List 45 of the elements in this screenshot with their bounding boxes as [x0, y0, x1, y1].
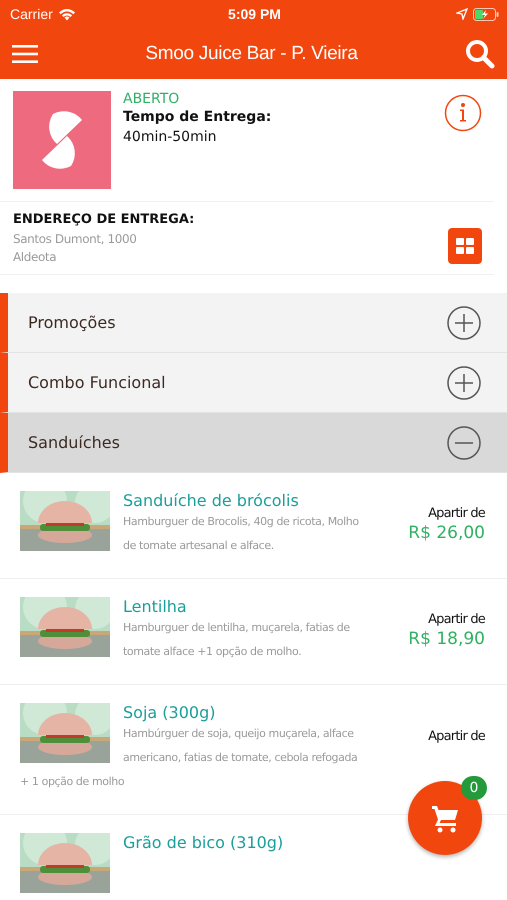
product-description: Hamburguer de lentilha, muçarela, fatias de tomate alface +1 opção de molho.: [123, 620, 351, 660]
price-label: Apartir de: [428, 506, 485, 521]
price: R$ 26,00: [408, 523, 485, 543]
product-name[interactable]: Lentilha: [123, 597, 187, 616]
menu-button[interactable]: [12, 44, 38, 64]
category-name: Promoções: [28, 313, 116, 332]
cart-button[interactable]: [408, 781, 482, 855]
address-line: Santos Dumont, 1000: [13, 231, 138, 248]
grid-button[interactable]: [448, 228, 482, 264]
category-row[interactable]: Promoções: [0, 293, 507, 353]
battery-icon: [472, 8, 499, 20]
menu-icon: [12, 44, 38, 64]
search-button[interactable]: [465, 38, 495, 68]
product-description: Hambúrguer de soja, queijo muçarela, alface americano, fatias de tomate, cebola refogada: [123, 726, 358, 766]
category-row[interactable]: Combo Funcional: [0, 353, 507, 413]
store-title: Smoo Juice Bar - P. Vieira: [145, 42, 358, 64]
category-name: Combo Funcional: [28, 373, 166, 392]
carrier-label: Carrier: [10, 6, 53, 22]
grid-icon: [456, 238, 474, 254]
expand-icon: [447, 306, 481, 340]
product-name[interactable]: Soja (300g): [123, 703, 216, 722]
status-time: 5:09 PM: [228, 6, 281, 22]
info-icon: [444, 94, 482, 132]
search-icon: [465, 38, 495, 68]
address-line: Aldeota: [13, 249, 58, 266]
delivery-time: 40min-50min: [123, 129, 218, 145]
category-name: Sanduíches: [28, 433, 120, 452]
price-label: Apartir de: [428, 729, 485, 744]
address-label: ENDEREÇO DE ENTREGA:: [13, 212, 194, 227]
cart-icon: [430, 803, 460, 833]
cart-count-badge: 0: [461, 776, 487, 800]
expand-icon: [447, 366, 481, 400]
product-description: + 1 opção de molho: [20, 774, 124, 790]
delivery-time-label: Tempo de Entrega:: [123, 109, 272, 125]
store-status: ABERTO: [123, 91, 180, 107]
product-name[interactable]: Grão de bico (310g): [123, 833, 284, 852]
collapse-icon: [447, 426, 481, 460]
product-name[interactable]: Sanduíche de brócolis: [123, 491, 299, 510]
price-label: Apartir de: [428, 612, 485, 627]
product-description: Hamburguer de Brocolis, 40g de ricota, Molho de tomate artesanal e alface.: [123, 514, 360, 554]
price: R$ 18,90: [408, 629, 485, 649]
info-button[interactable]: [444, 94, 482, 132]
location-arrow-icon: [456, 8, 468, 20]
category-row[interactable]: Sanduíches: [0, 413, 507, 473]
wifi-icon: [58, 8, 76, 20]
